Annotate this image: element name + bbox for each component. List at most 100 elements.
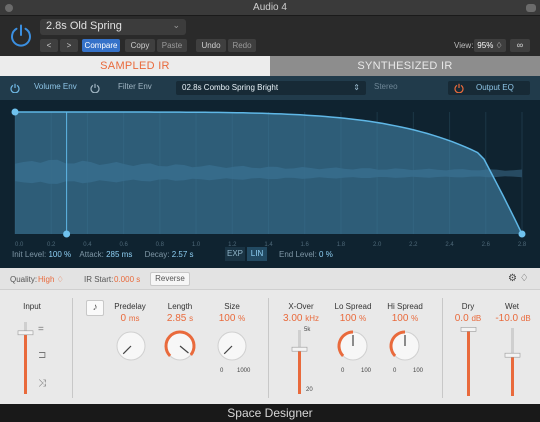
time-tick-label: 1.8 bbox=[337, 242, 346, 248]
tab-sampled-ir[interactable]: SAMPLED IR bbox=[0, 56, 270, 76]
dry-label: Dry bbox=[461, 302, 475, 311]
init-level-handle[interactable] bbox=[11, 108, 19, 116]
lo-spread-unit: % bbox=[359, 314, 367, 323]
output-eq-power-icon[interactable] bbox=[454, 83, 464, 93]
xover-value: 3.00 bbox=[282, 313, 303, 324]
parameter-panel: Input = ⊐ ⤨ ♪ Predelay 0 ms Length 2.85 … bbox=[0, 290, 540, 404]
wet-value-group[interactable]: -10.0 dB bbox=[490, 313, 536, 324]
preset-menu[interactable]: 2.8s Old Spring ⌄ bbox=[40, 19, 186, 35]
tab-synthesized-ir[interactable]: SYNTHESIZED IR bbox=[270, 56, 540, 76]
input-fader-cap[interactable] bbox=[17, 330, 34, 336]
wet-fader[interactable] bbox=[503, 326, 523, 398]
lin-curve-button[interactable]: LIN bbox=[247, 247, 267, 261]
hi-spread-value: 100 bbox=[391, 313, 409, 324]
output-eq-button[interactable]: Output EQ bbox=[448, 81, 530, 95]
hi-spread-min-label: 0 bbox=[393, 368, 397, 374]
volume-env-power-icon[interactable] bbox=[10, 83, 20, 93]
dry-value-group[interactable]: 0.0 dB bbox=[448, 313, 488, 324]
xover-top-label: 5k bbox=[304, 327, 311, 333]
length-knob[interactable] bbox=[162, 328, 198, 364]
xover-fader[interactable] bbox=[290, 328, 310, 396]
init-level-value[interactable]: 100 % bbox=[48, 250, 71, 259]
copy-button[interactable]: Copy bbox=[125, 39, 155, 52]
settings-gear-icon[interactable]: ⚙ ♢ bbox=[508, 273, 529, 284]
input-fader-fill bbox=[24, 332, 27, 394]
time-tick-label: 0.8 bbox=[156, 242, 165, 248]
size-unit: % bbox=[238, 314, 246, 323]
dry-fader[interactable] bbox=[459, 326, 479, 398]
predelay-knob[interactable] bbox=[113, 328, 149, 364]
end-level-value[interactable]: 0 % bbox=[319, 250, 333, 259]
window-title: Audio 4 bbox=[253, 2, 287, 13]
undo-button[interactable]: Undo bbox=[196, 39, 226, 52]
view-zoom-select[interactable]: 95% ♢ bbox=[474, 39, 506, 52]
hi-spread-label: Hi Spread bbox=[387, 302, 423, 311]
next-preset-button[interactable]: > bbox=[60, 39, 78, 52]
predelay-label: Predelay bbox=[114, 302, 146, 311]
previous-preset-button[interactable]: < bbox=[40, 39, 58, 52]
ir-sample-select[interactable]: 02.8s Combo Spring Bright ⇕ bbox=[176, 81, 366, 95]
envelope-area bbox=[15, 112, 522, 234]
end-level-handle[interactable] bbox=[518, 230, 526, 238]
size-label: Size bbox=[224, 302, 240, 311]
dry-fader-cap[interactable] bbox=[460, 327, 477, 332]
bypass-power-icon[interactable] bbox=[9, 23, 33, 47]
wet-value: -10.0 bbox=[495, 313, 519, 324]
envelope-parameters: Init Level: 100 % Attack: 285 ms Decay: … bbox=[12, 250, 194, 259]
redo-button[interactable]: Redo bbox=[228, 39, 256, 52]
dry-fader-fill bbox=[467, 329, 470, 396]
decay-value[interactable]: 2.57 s bbox=[172, 250, 194, 259]
hi-spread-max-label: 100 bbox=[413, 368, 424, 374]
size-max-label: 1000 bbox=[237, 368, 251, 374]
tempo-sync-note-icon[interactable]: ♪ bbox=[86, 300, 104, 316]
envelope-display[interactable]: 0.0 0.2 0.4 0.6 0.8 1.0 1.2 1.4 1.6 1.8 2.0 2.2 2.4 2… bbox=[0, 100, 540, 268]
size-knob[interactable] bbox=[214, 328, 250, 364]
paste-button[interactable]: Paste bbox=[157, 39, 187, 52]
plugin-name-footer: Space Designer bbox=[0, 404, 540, 422]
volume-env-tab[interactable]: Volume Env bbox=[34, 82, 77, 91]
stereo-toggle[interactable]: Stereo bbox=[374, 82, 398, 91]
predelay-value: 0 bbox=[120, 313, 127, 324]
divider bbox=[442, 298, 443, 398]
xover-fader-cap[interactable] bbox=[291, 346, 308, 352]
dry-unit: dB bbox=[471, 314, 482, 323]
xover-fader-fill bbox=[298, 349, 301, 394]
ir-start-value[interactable]: 0.000 s bbox=[114, 275, 140, 284]
predelay-value-group[interactable]: 0 ms bbox=[108, 313, 152, 324]
length-value-group[interactable]: 2.85 s bbox=[158, 313, 202, 324]
filter-env-tab[interactable]: Filter Env bbox=[118, 82, 152, 91]
reverse-button[interactable]: Reverse bbox=[150, 272, 190, 286]
wet-fader-cap[interactable] bbox=[504, 352, 521, 358]
link-icon[interactable]: ∞ bbox=[510, 39, 530, 52]
size-value-group[interactable]: 100 % bbox=[210, 313, 254, 324]
stereo-input-icon[interactable]: = bbox=[38, 324, 44, 335]
time-tick-label: 1.6 bbox=[301, 242, 310, 248]
swap-input-icon[interactable]: ⤨ bbox=[38, 378, 46, 389]
decay-label: Decay: bbox=[144, 250, 170, 259]
predelay-unit: ms bbox=[128, 314, 140, 323]
preset-name: 2.8s Old Spring bbox=[46, 20, 122, 32]
ir-sample-name: 02.8s Combo Spring Bright bbox=[182, 83, 279, 92]
wet-label: Wet bbox=[504, 302, 520, 311]
wet-unit: dB bbox=[520, 314, 531, 323]
time-tick-label: 2.6 bbox=[482, 242, 491, 248]
mono-input-icon[interactable]: ⊐ bbox=[38, 350, 46, 361]
xover-value-group[interactable]: 3.00 kHz bbox=[278, 313, 324, 324]
attack-value[interactable]: 285 ms bbox=[106, 250, 132, 259]
attack-handle[interactable] bbox=[63, 230, 71, 238]
compare-button[interactable]: Compare bbox=[82, 39, 120, 52]
input-fader[interactable] bbox=[14, 320, 54, 396]
exp-curve-button[interactable]: EXP bbox=[225, 247, 245, 261]
attack-label: Attack: bbox=[79, 250, 104, 259]
hi-spread-value-group[interactable]: 100 % bbox=[382, 313, 428, 324]
divider bbox=[268, 298, 269, 398]
chevron-down-icon: ⌄ bbox=[172, 20, 180, 30]
up-down-chevron-icon: ⇕ bbox=[353, 83, 360, 92]
lo-spread-value-group[interactable]: 100 % bbox=[330, 313, 376, 324]
lo-spread-knob[interactable] bbox=[335, 328, 371, 364]
quality-select[interactable]: High ♢ bbox=[38, 275, 64, 284]
envelope-graph[interactable]: 0.0 0.2 0.4 0.6 0.8 1.0 1.2 1.4 1.6 1.8 2.0 2.2 2.4 2… bbox=[0, 100, 540, 268]
hi-spread-knob[interactable] bbox=[387, 328, 423, 364]
filter-env-power-icon[interactable] bbox=[90, 83, 100, 93]
time-tick-label: 2.2 bbox=[409, 242, 418, 248]
